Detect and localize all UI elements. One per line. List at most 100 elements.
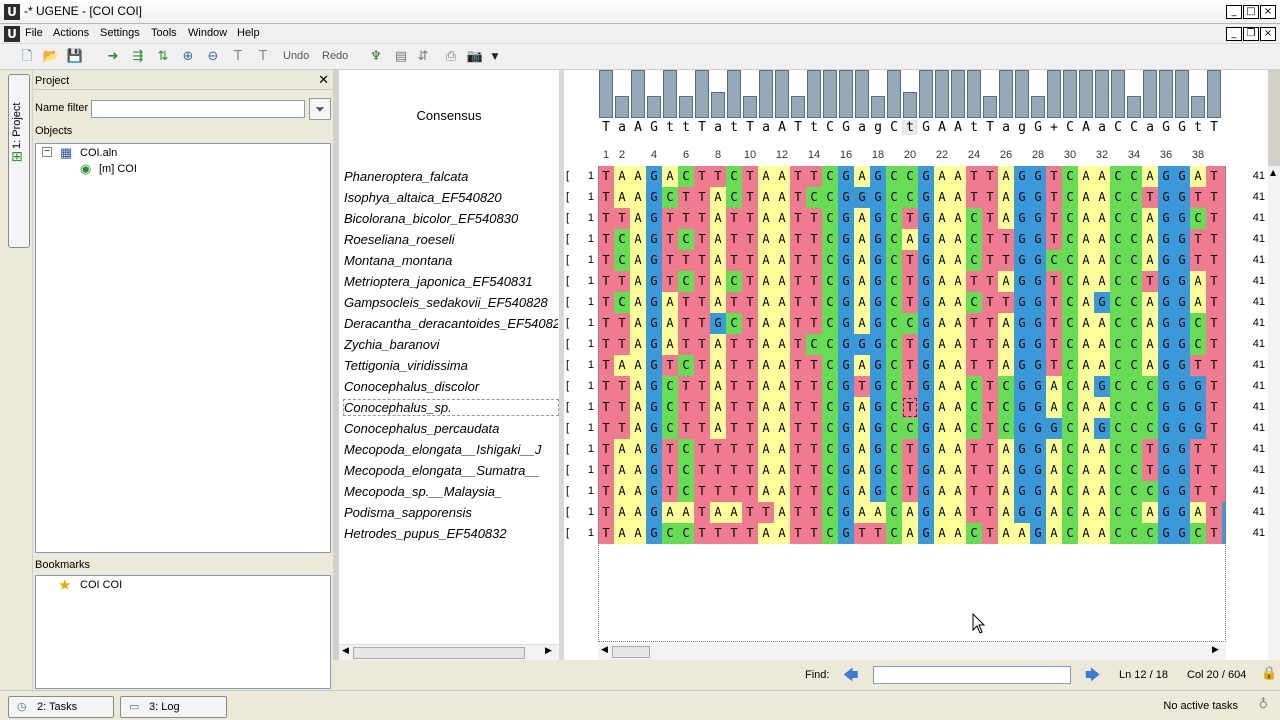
alignment-cell[interactable]: C xyxy=(1062,523,1078,544)
alignment-cell[interactable]: A xyxy=(630,208,646,229)
alignment-cell[interactable]: A xyxy=(998,166,1014,187)
alignment-cell[interactable]: A xyxy=(758,292,774,313)
alignment-cell[interactable]: A xyxy=(1078,481,1094,502)
alignment-cell[interactable]: T xyxy=(790,271,806,292)
alignment-cell[interactable]: G xyxy=(1030,502,1046,523)
alignment-cell[interactable]: G xyxy=(1030,250,1046,271)
alignment-cell[interactable]: A xyxy=(1046,523,1062,544)
alignment-cell[interactable]: T xyxy=(1190,460,1206,481)
alignment-cell[interactable]: G xyxy=(1014,439,1030,460)
alignment-cell[interactable]: G xyxy=(870,355,886,376)
alignment-cell[interactable]: A xyxy=(934,292,950,313)
alignment-cell[interactable]: A xyxy=(950,439,966,460)
alignment-cell[interactable]: G xyxy=(646,376,662,397)
alignment-cell[interactable]: T xyxy=(790,166,806,187)
alignment-cell[interactable]: C xyxy=(1110,208,1126,229)
alignment-cell[interactable]: T xyxy=(1046,187,1062,208)
alignment-cell[interactable]: A xyxy=(934,376,950,397)
alignment-cell[interactable]: C xyxy=(1062,208,1078,229)
alignment-cell[interactable]: C xyxy=(1110,523,1126,544)
alignment-cell[interactable]: G xyxy=(1030,187,1046,208)
alignment-cell[interactable]: A xyxy=(950,481,966,502)
alignment-cell[interactable]: T xyxy=(966,439,982,460)
sequence-name[interactable]: Zychia_baranovi xyxy=(344,337,558,352)
alignment-cell[interactable]: A xyxy=(678,502,694,523)
alignment-cell[interactable]: T xyxy=(806,523,822,544)
sequence-name[interactable]: Mecopoda_elongata__Ishigaki__J xyxy=(344,442,558,457)
alignment-cell[interactable]: A xyxy=(1078,187,1094,208)
alignment-cell[interactable]: T xyxy=(694,229,710,250)
alignment-cell[interactable]: G xyxy=(1014,502,1030,523)
alignment-cell[interactable]: G xyxy=(918,208,934,229)
alignment-cell[interactable]: T xyxy=(694,439,710,460)
alignment-cell[interactable]: G xyxy=(838,376,854,397)
alignment-cell[interactable]: T xyxy=(662,460,678,481)
alignment-cell[interactable]: T xyxy=(982,355,998,376)
alignment-cell[interactable]: G xyxy=(1030,418,1046,439)
alignment-cell[interactable]: G xyxy=(646,166,662,187)
alignment-cell[interactable]: G xyxy=(646,250,662,271)
alignment-cell[interactable]: A xyxy=(710,334,726,355)
alignment-cell[interactable]: G xyxy=(838,523,854,544)
alignment-cell[interactable]: G xyxy=(1030,439,1046,460)
alignment-cell[interactable]: T xyxy=(806,439,822,460)
alignment-cell[interactable]: G xyxy=(646,229,662,250)
zoom-in-icon[interactable]: ⊕ xyxy=(179,48,197,66)
alignment-cell[interactable]: T xyxy=(982,166,998,187)
alignment-cell[interactable]: G xyxy=(918,418,934,439)
alignment-cell[interactable]: G xyxy=(646,523,662,544)
alignment-cell[interactable]: G xyxy=(870,208,886,229)
alignment-cell[interactable]: T xyxy=(1046,166,1062,187)
alignment-cell[interactable]: G xyxy=(1174,271,1190,292)
sequence-name[interactable]: Conocephalus_percaudata xyxy=(344,421,558,436)
alignment-cell[interactable]: A xyxy=(614,187,630,208)
alignment-cell[interactable]: C xyxy=(1062,397,1078,418)
alignment-cell[interactable]: A xyxy=(854,397,870,418)
alignment-cell[interactable]: T xyxy=(598,208,614,229)
alignment-cell[interactable]: G xyxy=(1174,313,1190,334)
alignment-cell[interactable]: G xyxy=(918,355,934,376)
alignment-cell[interactable]: T xyxy=(966,166,982,187)
alignment-cell[interactable]: G xyxy=(1174,355,1190,376)
alignment-cell[interactable]: T xyxy=(614,376,630,397)
alignment-cell[interactable]: A xyxy=(950,229,966,250)
alignment-cell[interactable]: A xyxy=(1078,166,1094,187)
alignment-cell[interactable]: A xyxy=(710,208,726,229)
alignment-cell[interactable]: T xyxy=(598,334,614,355)
alignment-cell[interactable]: A xyxy=(998,523,1014,544)
alignment-cell[interactable]: A xyxy=(1094,271,1110,292)
alignment-cell[interactable]: T xyxy=(1046,208,1062,229)
alignment-cell[interactable]: C xyxy=(822,292,838,313)
alignment-cell[interactable]: T xyxy=(726,418,742,439)
alignment-cell[interactable]: A xyxy=(1046,439,1062,460)
menu-actions[interactable]: Actions xyxy=(53,27,89,39)
alignment-cell[interactable]: A xyxy=(630,481,646,502)
log-tab[interactable]: ▭ 3: Log xyxy=(120,696,227,718)
alignment-cell[interactable]: C xyxy=(966,523,982,544)
alignment-cell[interactable]: C xyxy=(1190,208,1206,229)
alignment-cell[interactable]: T xyxy=(742,481,758,502)
new-document-icon[interactable]: 🗋 xyxy=(18,48,36,66)
alignment-cell[interactable]: A xyxy=(758,397,774,418)
alignment-cell[interactable]: T xyxy=(694,292,710,313)
names-horizontal-scrollbar[interactable]: ◀ ▶ xyxy=(339,644,559,660)
alignment-cell[interactable]: T xyxy=(662,271,678,292)
alignment-cell[interactable]: T xyxy=(790,439,806,460)
alignment-cell[interactable]: A xyxy=(1094,187,1110,208)
alignment-cell[interactable]: C xyxy=(1110,502,1126,523)
alignment-cell[interactable]: A xyxy=(854,292,870,313)
alignment-cell[interactable]: T xyxy=(726,250,742,271)
alignment-cell[interactable]: G xyxy=(1174,166,1190,187)
alignment-cell[interactable]: G xyxy=(838,229,854,250)
alignment-cell[interactable]: A xyxy=(630,313,646,334)
alignment-cell[interactable]: G xyxy=(1158,208,1174,229)
alignment-cell[interactable]: G xyxy=(1158,481,1174,502)
alignment-cell[interactable]: T xyxy=(790,355,806,376)
alignment-cell[interactable]: C xyxy=(1126,313,1142,334)
alignment-cell[interactable]: C xyxy=(678,166,694,187)
collapse-icon[interactable]: − xyxy=(42,147,52,157)
scroll-left-icon[interactable]: ◀ xyxy=(342,646,349,656)
alignment-cell[interactable]: G xyxy=(918,334,934,355)
alignment-cell[interactable]: G xyxy=(646,271,662,292)
alignment-cell[interactable]: G xyxy=(870,460,886,481)
